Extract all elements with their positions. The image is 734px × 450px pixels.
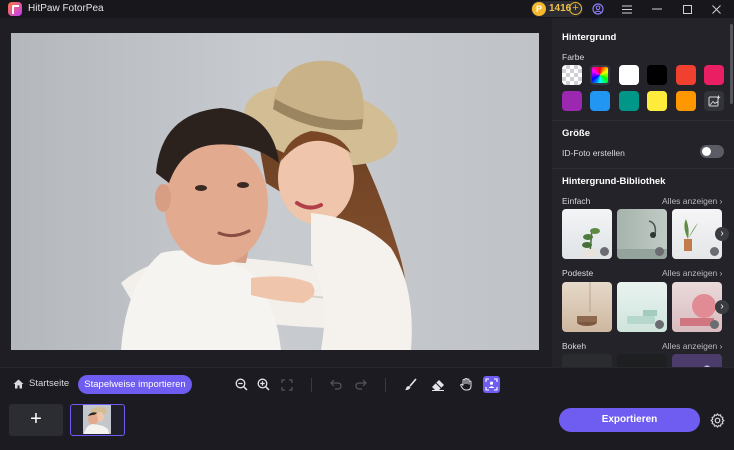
swatch-blue[interactable] — [590, 91, 610, 111]
next-arrow-icon[interactable]: › — [715, 227, 729, 241]
view-all-podeste[interactable]: Alles anzeigen › — [662, 268, 723, 278]
bg-thumb[interactable] — [617, 282, 667, 332]
batch-import-button[interactable]: Stapelweise importieren — [78, 375, 192, 394]
close-icon[interactable] — [708, 1, 724, 17]
bg-thumb[interactable] — [562, 354, 612, 367]
swatch-spectrum[interactable] — [590, 65, 610, 85]
settings-gear-icon[interactable] — [708, 411, 726, 429]
swatch-pink[interactable] — [704, 65, 724, 85]
category-name: Podeste — [562, 268, 594, 278]
divider — [552, 168, 734, 169]
credits-badge[interactable]: P 1416 + — [531, 1, 583, 17]
swatch-yellow[interactable] — [647, 91, 667, 111]
download-icon — [655, 320, 664, 329]
app-title: HitPaw FotorPea — [28, 3, 104, 14]
fit-screen-icon[interactable] — [278, 376, 295, 393]
undo-icon[interactable] — [327, 376, 344, 393]
home-label: Startseite — [29, 378, 70, 389]
add-image-icon — [708, 95, 720, 107]
bottom-toolbar: Startseite Stapelweise importieren — [0, 367, 734, 400]
swatch-teal[interactable] — [619, 91, 639, 111]
minimize-icon[interactable] — [649, 1, 665, 17]
swatch-transparent[interactable] — [562, 65, 582, 85]
credit-count: 1416 — [549, 3, 572, 14]
home-button[interactable]: Startseite — [13, 378, 69, 389]
image-thumbnail[interactable] — [70, 404, 125, 436]
view-all-label: Alles anzeigen — [662, 196, 718, 206]
zoom-in-icon[interactable] — [255, 376, 272, 393]
brush-icon[interactable] — [402, 376, 419, 393]
compare-view-icon[interactable] — [483, 376, 500, 393]
title-bar: HitPaw FotorPea P 1416 + — [0, 0, 734, 18]
color-label: Farbe — [562, 52, 585, 62]
view-all-einfach[interactable]: Alles anzeigen › — [662, 196, 723, 206]
id-photo-toggle[interactable] — [700, 145, 724, 158]
bg-thumb[interactable] — [672, 354, 722, 367]
view-all-bokeh[interactable]: Alles anzeigen › — [662, 341, 723, 351]
maximize-icon[interactable] — [679, 1, 695, 17]
category-name: Einfach — [562, 196, 591, 206]
size-title: Größe — [562, 128, 590, 139]
swatch-black[interactable] — [647, 65, 667, 85]
canvas-area — [0, 18, 552, 367]
add-credits-button[interactable]: + — [569, 2, 582, 15]
app-logo-icon — [8, 2, 22, 16]
id-photo-label: ID-Foto erstellen — [562, 148, 625, 158]
divider — [552, 120, 734, 121]
swatch-purple[interactable] — [562, 91, 582, 111]
background-title: Hintergrund — [562, 32, 617, 43]
settings-panel: Hintergrund Farbe Größe ID-Foto erstelle… — [552, 18, 734, 367]
swatch-white[interactable] — [619, 65, 639, 85]
add-image-button[interactable]: + — [9, 404, 63, 436]
hand-pan-icon[interactable] — [457, 376, 474, 393]
custom-image-button[interactable] — [704, 91, 724, 111]
panel-scrollbar[interactable] — [730, 24, 733, 104]
bg-thumb[interactable] — [617, 209, 667, 259]
menu-icon[interactable] — [619, 1, 635, 17]
bg-thumb[interactable] — [617, 354, 667, 367]
redo-icon[interactable] — [352, 376, 369, 393]
export-button[interactable]: Exportieren — [559, 408, 700, 432]
coin-icon: P — [532, 2, 546, 16]
category-name: Bokeh — [562, 341, 587, 351]
toolbar-separator — [385, 378, 386, 392]
zoom-out-icon[interactable] — [233, 376, 250, 393]
view-all-label: Alles anzeigen — [662, 268, 718, 278]
swatch-orange[interactable] — [676, 91, 696, 111]
account-icon[interactable] — [590, 1, 606, 17]
toolbar-separator — [311, 378, 312, 392]
bg-thumb[interactable] — [562, 209, 612, 259]
home-icon — [13, 379, 24, 388]
photo-preview[interactable] — [11, 33, 539, 350]
bg-thumb[interactable] — [562, 282, 612, 332]
download-icon — [655, 247, 664, 256]
download-icon — [710, 247, 719, 256]
eraser-icon[interactable] — [429, 376, 446, 393]
next-arrow-icon[interactable]: › — [715, 300, 729, 314]
download-icon — [600, 247, 609, 256]
library-title: Hintergrund-Bibliothek — [562, 176, 666, 187]
swatch-red[interactable] — [676, 65, 696, 85]
view-all-label: Alles anzeigen — [662, 341, 718, 351]
download-icon — [710, 320, 719, 329]
